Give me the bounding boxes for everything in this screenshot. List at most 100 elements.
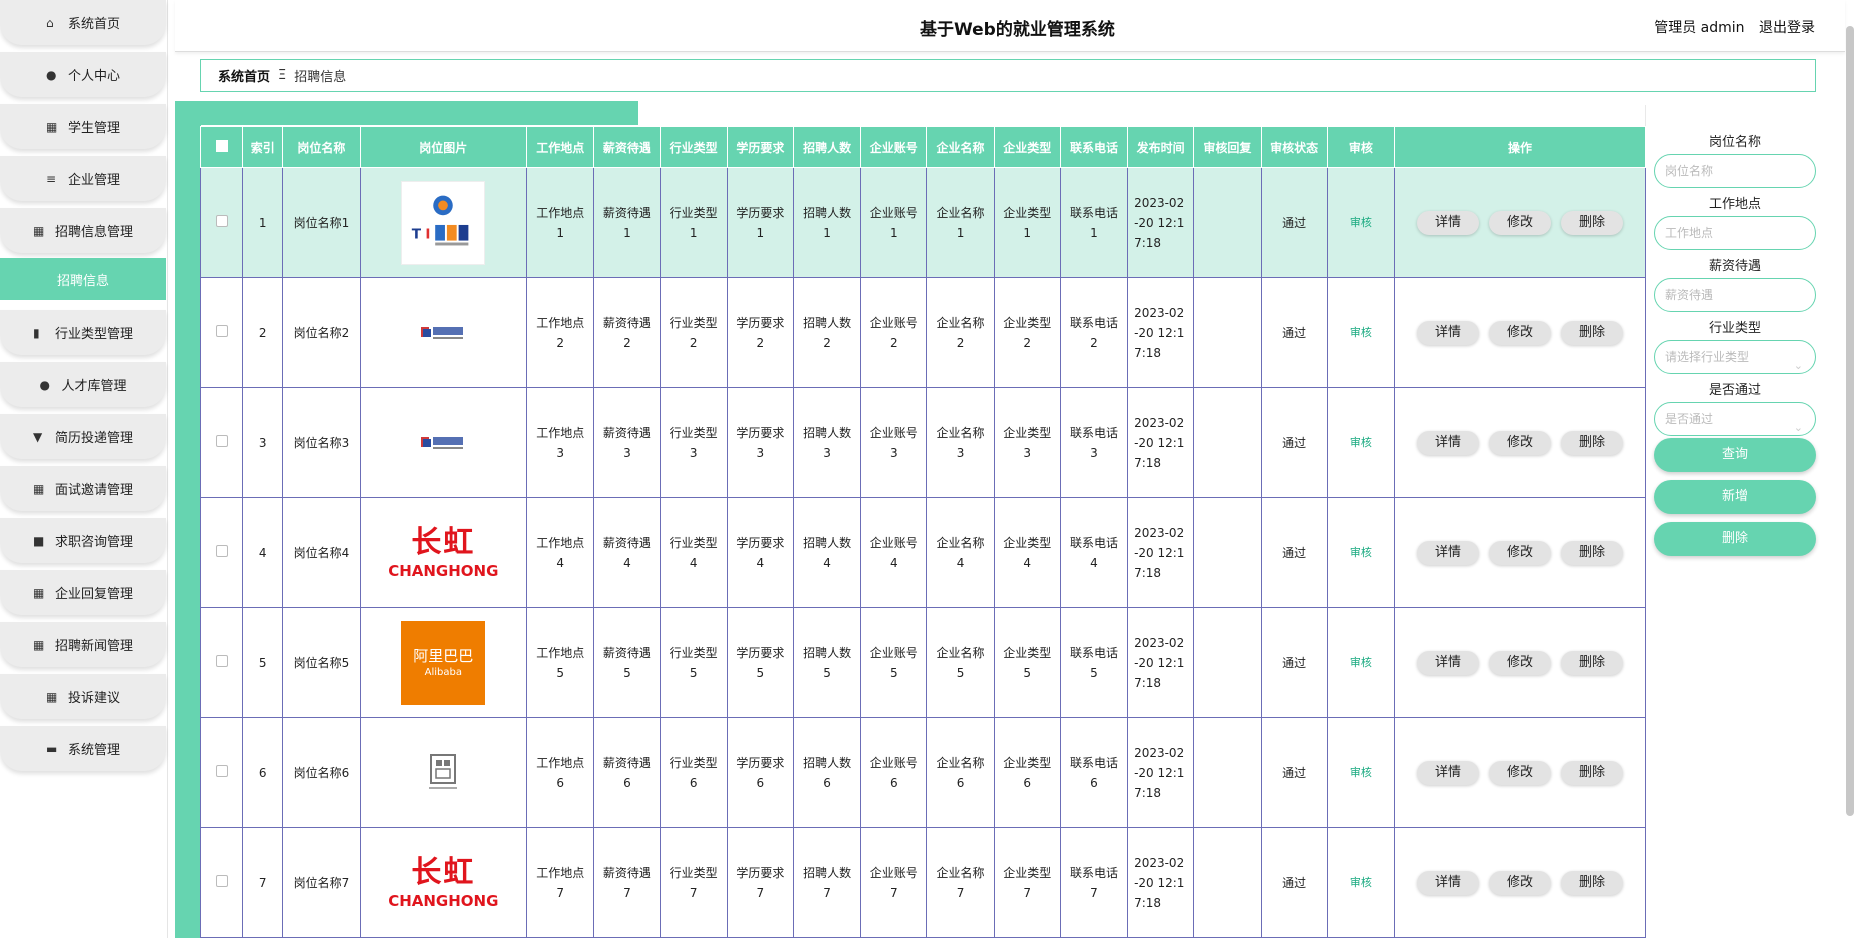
delete-button[interactable]: 删除	[1560, 430, 1623, 455]
sidebar-item-12[interactable]: ▦ 招聘新闻管理	[0, 622, 166, 667]
edu-cell: 学历要求1	[726, 167, 794, 278]
sidebar: ⌂ 系统首页 ● 个人中心 ▦ 学生管理 ≡ 企业管理 ▦ 招聘信息管理 招聘信息 ▮ 行业类型管理 ● 人…	[0, 0, 168, 938]
row-checkbox-cell[interactable]	[200, 387, 244, 498]
table-row[interactable]: 7 岗位名称7 长虹 CHANGHONG 工作地点7 薪资待遇7 行业类型7 学历要求7 招聘人…	[200, 827, 1646, 938]
select-all-checkbox[interactable]	[200, 126, 244, 168]
sidebar-item-10[interactable]: ■ 求职咨询管理	[0, 518, 166, 563]
audit-link[interactable]: 审核	[1350, 216, 1372, 229]
column-header: 发布时间	[1127, 126, 1195, 168]
sidebar-item-0[interactable]: ⌂ 系统首页	[0, 0, 166, 45]
detail-button[interactable]: 详情	[1416, 320, 1479, 345]
row-checkbox-cell[interactable]	[200, 717, 244, 828]
delete-button[interactable]: 删除	[1560, 870, 1623, 895]
row-checkbox-cell[interactable]	[200, 497, 244, 608]
row-checkbox[interactable]	[215, 324, 228, 337]
sidebar-item-8[interactable]: ▼ 简历投递管理	[0, 414, 166, 459]
delete-button[interactable]: 删除	[1560, 650, 1623, 675]
table-row[interactable]: 6 岗位名称6 工作地点6 薪资待遇6 行业类型6 学历要求6 招聘人数6 企业账号6 企业名称…	[200, 717, 1646, 828]
row-checkbox-cell[interactable]	[200, 277, 244, 388]
column-header: 审核回复	[1193, 126, 1262, 168]
table-row[interactable]: 5 岗位名称5 阿里巴巴 Alibaba 工作地点5 薪资待遇5 行业类型5 学历要求5 招聘人…	[200, 607, 1646, 718]
table-row[interactable]: 4 岗位名称4 长虹 CHANGHONG 工作地点4 薪资待遇4 行业类型4 学历要求4 招聘人…	[200, 497, 1646, 608]
time-cell: 2023-02-20 12:17:18	[1127, 277, 1195, 388]
bar-chart-icon: ▮	[32, 325, 40, 340]
table-row[interactable]: 2 岗位名称2 工作地点2 薪资待遇2 行业类型2 学历要求2 招聘人数2 企业账号2 企业名称…	[200, 277, 1646, 388]
add-button[interactable]: 新增	[1654, 480, 1816, 514]
sidebar-item-1[interactable]: ● 个人中心	[0, 52, 166, 97]
row-checkbox[interactable]	[215, 434, 228, 447]
decor-band	[175, 101, 638, 125]
row-checkbox[interactable]	[215, 544, 228, 557]
detail-button[interactable]: 详情	[1416, 210, 1479, 235]
row-checkbox-cell[interactable]	[200, 827, 244, 938]
edit-button[interactable]: 修改	[1488, 870, 1551, 895]
detail-button[interactable]: 详情	[1416, 540, 1479, 565]
sidebar-item-14[interactable]: ▬ 系统管理	[0, 726, 166, 771]
query-button[interactable]: 查询	[1654, 438, 1816, 472]
salary-input[interactable]: 薪资待遇	[1654, 278, 1816, 312]
time-cell: 2023-02-20 12:17:18	[1127, 387, 1195, 498]
account-cell: 企业账号6	[860, 717, 928, 828]
edit-button[interactable]: 修改	[1488, 430, 1551, 455]
sidebar-item-5[interactable]: 招聘信息	[0, 258, 166, 300]
row-index: 5	[242, 607, 284, 718]
row-checkbox[interactable]	[215, 654, 228, 667]
job-image-cell: 长虹 CHANGHONG	[359, 827, 528, 938]
sliders-icon: ≡	[45, 171, 57, 186]
row-checkbox-cell[interactable]	[200, 607, 244, 718]
company-cell: 企业名称4	[926, 497, 995, 608]
edit-button[interactable]: 修改	[1488, 210, 1551, 235]
edit-button[interactable]: 修改	[1488, 650, 1551, 675]
edit-button[interactable]: 修改	[1488, 760, 1551, 785]
detail-button[interactable]: 详情	[1416, 650, 1479, 675]
audit-link[interactable]: 审核	[1350, 656, 1372, 669]
time-cell: 2023-02-20 12:17:18	[1127, 607, 1195, 718]
row-checkbox[interactable]	[215, 764, 228, 777]
count-cell: 招聘人数7	[792, 827, 862, 938]
detail-button[interactable]: 详情	[1416, 430, 1479, 455]
status-cell: 通过	[1260, 607, 1328, 718]
industry-select[interactable]: 请选择行业类型 ⌄	[1654, 340, 1816, 374]
delete-button[interactable]: 删除	[1560, 760, 1623, 785]
audit-link[interactable]: 审核	[1350, 546, 1372, 559]
edit-button[interactable]: 修改	[1488, 540, 1551, 565]
sidebar-item-13[interactable]: ▦ 投诉建议	[0, 674, 166, 719]
checkbox-icon[interactable]	[215, 139, 228, 152]
row-checkbox[interactable]	[215, 214, 228, 227]
sidebar-item-2[interactable]: ▦ 学生管理	[0, 104, 166, 149]
actions-cell: 详情 修改 删除	[1393, 497, 1646, 608]
sidebar-item-11[interactable]: ▦ 企业回复管理	[0, 570, 166, 615]
logout-link[interactable]: 退出登录	[1759, 20, 1815, 36]
delete-button[interactable]: 删除	[1560, 540, 1623, 565]
sidebar-item-9[interactable]: ▦ 面试邀请管理	[0, 466, 166, 511]
detail-button[interactable]: 详情	[1416, 870, 1479, 895]
company-logo-image	[401, 731, 485, 815]
detail-button[interactable]: 详情	[1416, 760, 1479, 785]
sidebar-item-7[interactable]: ● 人才库管理	[0, 362, 166, 407]
sidebar-item-6[interactable]: ▮ 行业类型管理	[0, 310, 166, 355]
row-checkbox-cell[interactable]	[200, 167, 244, 278]
time-cell: 2023-02-20 12:17:18	[1127, 827, 1195, 938]
audit-link[interactable]: 审核	[1350, 766, 1372, 779]
job-name-input[interactable]: 岗位名称	[1654, 154, 1816, 188]
delete-button[interactable]: 删除	[1560, 210, 1623, 235]
breadcrumb-home[interactable]: 系统首页	[218, 66, 270, 85]
sidebar-item-4[interactable]: ▦ 招聘信息管理	[0, 208, 166, 253]
delete-button[interactable]: 删除	[1560, 320, 1623, 345]
edit-button[interactable]: 修改	[1488, 320, 1551, 345]
place-cell: 工作地点7	[526, 827, 595, 938]
pass-select[interactable]: 是否通过 ⌄	[1654, 402, 1816, 436]
scrollbar[interactable]	[1846, 26, 1854, 816]
table-row[interactable]: 3 岗位名称3 工作地点3 薪资待遇3 行业类型3 学历要求3 招聘人数3 企业账号3 企业名称…	[200, 387, 1646, 498]
column-header: 企业类型	[993, 126, 1061, 168]
row-index: 6	[242, 717, 284, 828]
audit-link[interactable]: 审核	[1350, 326, 1372, 339]
chevron-down-icon: ⌄	[1793, 421, 1803, 434]
work-place-input[interactable]: 工作地点	[1654, 216, 1816, 250]
audit-link[interactable]: 审核	[1350, 876, 1372, 889]
audit-link[interactable]: 审核	[1350, 436, 1372, 449]
sidebar-item-3[interactable]: ≡ 企业管理	[0, 156, 166, 201]
batch-delete-button[interactable]: 删除	[1654, 522, 1816, 556]
row-checkbox[interactable]	[215, 874, 228, 887]
table-row[interactable]: 1 岗位名称1 T I 工作地点1 薪资待遇1 行业类型1 学历要求1 招聘人数1 企业账号1 企业…	[200, 167, 1646, 278]
